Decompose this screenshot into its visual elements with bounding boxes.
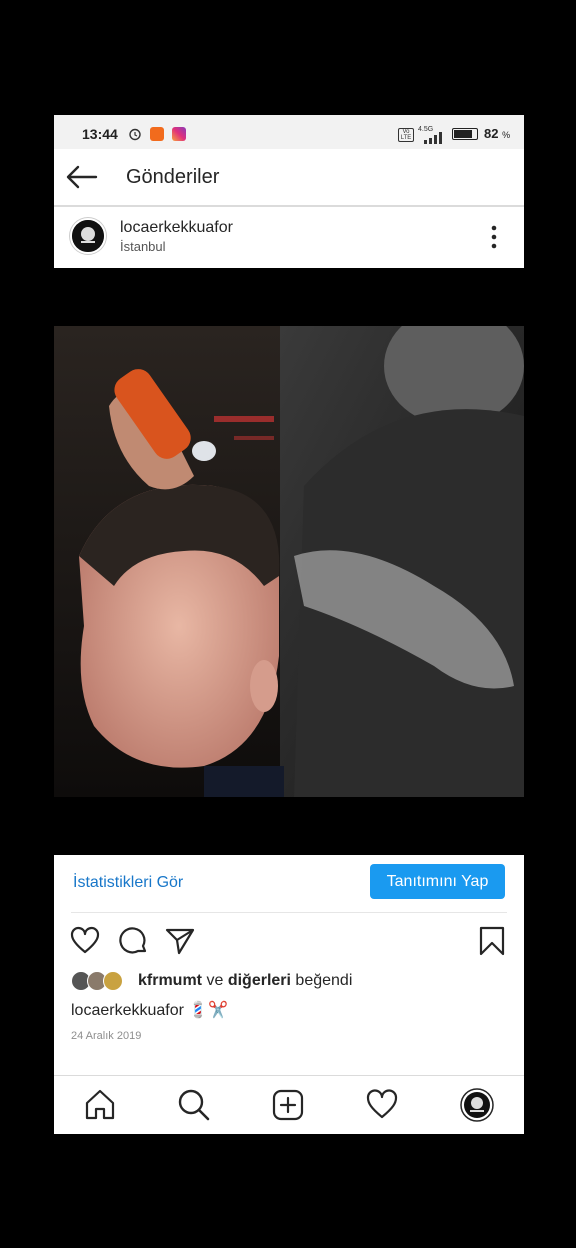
more-options-button[interactable] [482,223,506,251]
heart-icon [70,926,100,954]
activity-heart-icon [366,1089,398,1119]
panel-divider [71,912,507,913]
nav-search[interactable] [176,1087,212,1123]
alarm-icon [128,127,142,141]
video-call-icon [150,127,164,141]
back-arrow-icon [66,165,98,189]
caption-username: locaerkekkuafor [71,1002,184,1019]
clock: 13:44 [82,126,118,142]
liker-avatar [103,971,123,991]
post-caption: locaerkekkuafor 💈✂️ [71,1000,228,1020]
author-avatar[interactable] [70,218,106,254]
nav-home[interactable] [82,1087,118,1123]
status-bar: 13:44 Vo LTE 4.5G 82 % [54,115,524,149]
nav-activity[interactable] [364,1087,400,1123]
like-button[interactable] [69,925,101,957]
nav-profile[interactable] [459,1087,495,1123]
home-icon [85,1089,115,1120]
top-app-bar: Gönderiler [54,149,524,205]
promote-button[interactable]: Tanıtımını Yap [370,864,505,899]
likes-summary[interactable]: kfrmumt ve diğerleri beğendi [138,972,352,990]
liker-username: kfrmumt [138,972,203,989]
search-icon [178,1089,210,1121]
more-vertical-icon [491,225,497,249]
post-date: 24 Aralık 2019 [71,1030,142,1042]
author-username[interactable]: locaerkekkuafor [120,219,233,237]
profile-avatar-icon [460,1088,494,1122]
video-frame-image [54,326,524,797]
share-button[interactable] [164,925,196,957]
battery-icon [452,128,478,140]
view-insights-link[interactable]: İstatistikleri Gör [73,874,183,892]
post-video[interactable] [54,326,524,797]
share-icon [165,928,195,955]
post-author-bar: locaerkekkuafor İstanbul [54,207,524,268]
back-button[interactable] [64,161,100,193]
comment-button[interactable] [117,925,149,957]
volte-icon: Vo LTE [398,128,414,142]
add-post-icon [272,1089,304,1121]
battery-percent: 82 % [484,126,511,141]
post-location[interactable]: İstanbul [120,239,166,254]
page-title: Gönderiler [126,166,220,188]
bookmark-icon [479,926,505,956]
bottom-navigation [54,1075,524,1134]
comment-icon [119,927,147,954]
instagram-icon [172,127,186,141]
caption-text: 💈✂️ [188,1002,229,1019]
nav-new-post[interactable] [270,1087,306,1123]
signal-icon [420,131,444,149]
liker-others: diğerleri [227,972,291,989]
save-button[interactable] [476,925,508,957]
